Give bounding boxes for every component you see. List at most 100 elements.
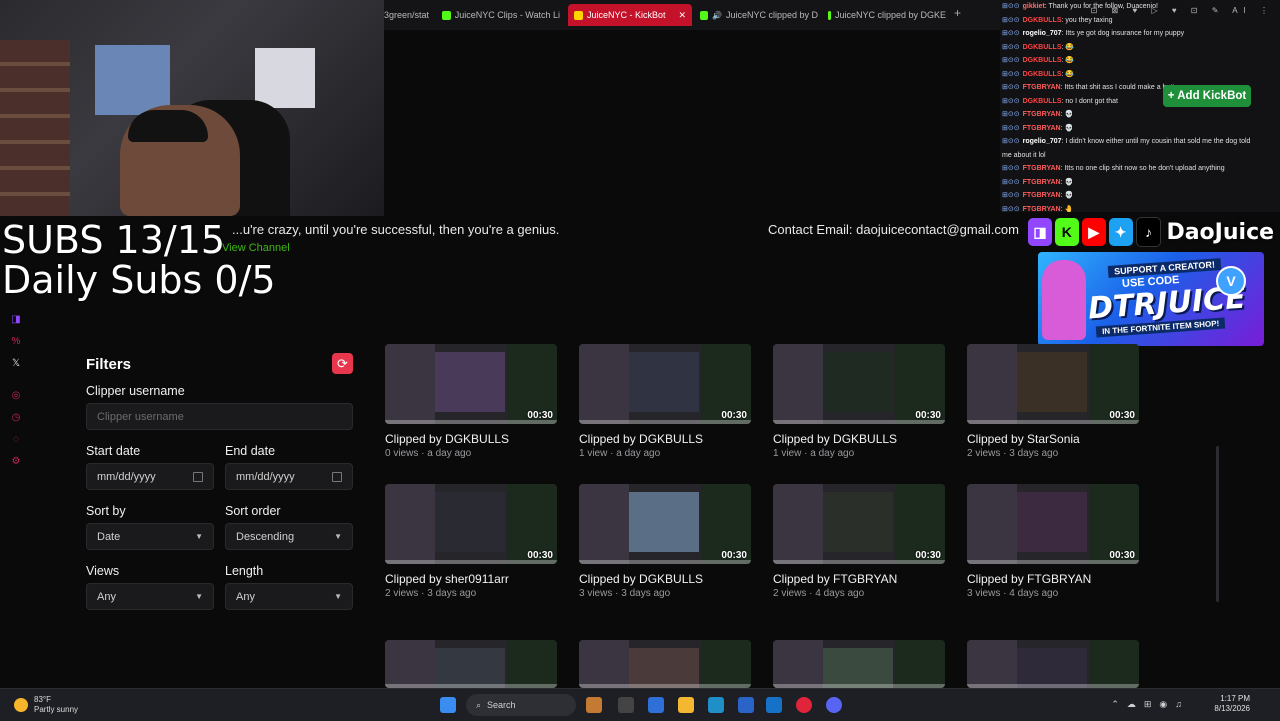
page-scrollbar[interactable]	[1216, 446, 1219, 602]
clip-title[interactable]: Clipped by DGKBULLS	[773, 432, 945, 446]
discord-icon[interactable]	[826, 697, 842, 713]
gear-rail-icon[interactable]: ⚙	[10, 456, 22, 468]
percent-rail-icon[interactable]: %	[10, 336, 22, 348]
clip-thumbnail[interactable]: 00:30	[773, 344, 945, 424]
taskbar-search[interactable]: ⌕ Search	[466, 694, 576, 716]
clip-title[interactable]: Clipped by DGKBULLS	[579, 432, 751, 446]
sort-order-select[interactable]: Descending ▼	[225, 523, 353, 550]
clip-thumbnail[interactable]: 00:30	[385, 344, 557, 424]
clip-title[interactable]: Clipped by DGKBULLS	[385, 432, 557, 446]
browser-tab[interactable]: JuiceNYC Clips - Watch Li	[442, 6, 560, 24]
chat-username[interactable]: DGKBULLS	[1023, 17, 1062, 24]
clipper-username-label: Clipper username	[86, 384, 185, 398]
chat-username[interactable]: gikkiet	[1023, 3, 1045, 10]
search-label: Search	[487, 700, 516, 710]
clip-card[interactable]: 00:30 Clipped by DGKBULLS 1 view · a day a…	[773, 344, 945, 459]
bell-rail-icon[interactable]: ◌	[10, 434, 22, 446]
chat-username[interactable]: FTGBRYAN	[1023, 206, 1061, 213]
chat-message: ⊞⊙⊙ DGKBULLS: 😂	[1000, 68, 1280, 82]
file-explorer-icon[interactable]	[678, 697, 694, 713]
browser-toolbar[interactable]: ⊡ ⊠ ♥ ▷ ♥ ⊡ ✎ AI ⋮	[1091, 4, 1274, 18]
chat-username[interactable]: FTGBRYAN	[1023, 165, 1061, 172]
chat-username[interactable]: DGKBULLS	[1023, 44, 1062, 51]
chat-username[interactable]: FTGBRYAN	[1023, 111, 1061, 118]
clip-thumbnail[interactable]: 00:30	[967, 344, 1139, 424]
clip-thumbnail[interactable]: 00:30	[967, 484, 1139, 564]
sun-icon	[14, 698, 28, 712]
chat-message: ⊞⊙⊙ FTGBRYAN: 💀	[1000, 189, 1280, 203]
clip-card[interactable]: 00:30 Clipped by DGKBULLS 3 views · 3 days…	[579, 484, 751, 599]
clip-title[interactable]: Clipped by FTGBRYAN	[967, 572, 1139, 586]
search-icon: ⌕	[476, 699, 482, 710]
clip-title[interactable]: Clipped by sher0911arr	[385, 572, 557, 586]
sort-order-label: Sort order	[225, 504, 281, 518]
weather-widget[interactable]: 83°F Partly sunny	[14, 695, 78, 715]
chat-badges-icon: ⊞⊙⊙	[1002, 138, 1020, 145]
chat-username[interactable]: FTGBRYAN	[1023, 179, 1061, 186]
chat-username[interactable]: rogelio_707	[1023, 138, 1062, 145]
clip-thumbnail[interactable]	[967, 640, 1139, 688]
clip-title[interactable]: Clipped by DGKBULLS	[579, 572, 751, 586]
reset-filters-button[interactable]: ⟳	[332, 353, 353, 374]
views-label: Views	[86, 564, 120, 578]
chat-badges-icon: ⊞⊙⊙	[1002, 16, 1020, 24]
x-rail-icon[interactable]: 𝕏	[10, 358, 22, 370]
windows-start-icon[interactable]	[440, 697, 456, 713]
clip-thumbnail[interactable]	[773, 640, 945, 688]
clipper-username-input[interactable]: Clipper username	[86, 403, 353, 430]
browser-tab-active[interactable]: JuiceNYC - KickBot ✕	[568, 4, 692, 26]
add-kickbot-button[interactable]: + Add KickBot	[1163, 85, 1251, 107]
chat-username[interactable]: DGKBULLS	[1023, 71, 1062, 78]
length-select[interactable]: Any ▼	[225, 583, 353, 610]
clip-card[interactable]	[773, 640, 945, 688]
clip-card[interactable]: 00:30 Clipped by sher0911arr 2 views · 3 d…	[385, 484, 557, 599]
browser-tab[interactable]: JuiceNYC clipped by DGKE	[828, 6, 946, 24]
clip-card[interactable]	[579, 640, 751, 688]
clip-title[interactable]: Clipped by FTGBRYAN	[773, 572, 945, 586]
twitch-rail-icon[interactable]: ◨	[10, 314, 22, 326]
app-icon[interactable]	[586, 697, 602, 713]
calendar-icon[interactable]	[193, 471, 203, 482]
new-tab-button[interactable]: +	[954, 6, 961, 20]
chat-username[interactable]: FTGBRYAN	[1023, 84, 1061, 91]
clock-rail-icon[interactable]: ◷	[10, 412, 22, 424]
clip-thumbnail[interactable]: 00:30	[579, 484, 751, 564]
clip-card[interactable]	[967, 640, 1139, 688]
system-tray[interactable]: ⌃☁⊞◉♫	[1111, 699, 1190, 710]
store-icon[interactable]	[738, 697, 754, 713]
views-select[interactable]: Any ▼	[86, 583, 214, 610]
clip-card[interactable]: 00:30 Clipped by FTGBRYAN 2 views · 4 days…	[773, 484, 945, 599]
task-view-icon[interactable]	[618, 697, 634, 713]
clock[interactable]: 1:17 PM 8/13/2026	[1214, 694, 1250, 714]
clip-thumbnail[interactable]: 00:30	[579, 344, 751, 424]
start-date-input[interactable]: mm/dd/yyyy	[86, 463, 214, 490]
clip-thumbnail[interactable]	[579, 640, 751, 688]
browser-tab[interactable]: 3green/stat	[384, 6, 434, 24]
clip-card[interactable]: 00:30 Clipped by FTGBRYAN 3 views · 4 days…	[967, 484, 1139, 599]
chat-username[interactable]: FTGBRYAN	[1023, 192, 1061, 199]
chat-username[interactable]: rogelio_707	[1023, 30, 1062, 37]
browser-tab[interactable]: 🔊 JuiceNYC clipped by D	[700, 6, 818, 24]
clip-thumbnail[interactable]: 00:30	[773, 484, 945, 564]
chat-username[interactable]: DGKBULLS	[1023, 57, 1062, 64]
chat-username[interactable]: FTGBRYAN	[1023, 125, 1061, 132]
circle-rail-icon[interactable]: ◎	[10, 390, 22, 402]
edge-icon[interactable]	[708, 697, 724, 713]
end-date-input[interactable]: mm/dd/yyyy	[225, 463, 353, 490]
chat-username[interactable]: DGKBULLS	[1023, 98, 1062, 105]
clip-card[interactable]: 00:30 Clipped by DGKBULLS 1 view · a day a…	[579, 344, 751, 459]
outlook-icon[interactable]	[766, 697, 782, 713]
close-tab-icon[interactable]: ✕	[678, 10, 686, 21]
clip-card[interactable]: 00:30 Clipped by StarSonia 2 views · 3 day…	[967, 344, 1139, 459]
clip-thumbnail[interactable]: 00:30	[385, 484, 557, 564]
clip-card[interactable]	[385, 640, 557, 688]
calendar-icon[interactable]	[332, 471, 342, 482]
clipper-username-placeholder: Clipper username	[97, 410, 184, 423]
copilot-icon[interactable]	[648, 697, 664, 713]
clip-title[interactable]: Clipped by StarSonia	[967, 432, 1139, 446]
opera-gx-icon[interactable]	[796, 697, 812, 713]
sort-by-select[interactable]: Date ▼	[86, 523, 214, 550]
clip-thumbnail[interactable]	[385, 640, 557, 688]
clip-card[interactable]: 00:30 Clipped by DGKBULLS 0 views · a day …	[385, 344, 557, 459]
chat-badges-icon: ⊞⊙⊙	[1002, 43, 1020, 51]
